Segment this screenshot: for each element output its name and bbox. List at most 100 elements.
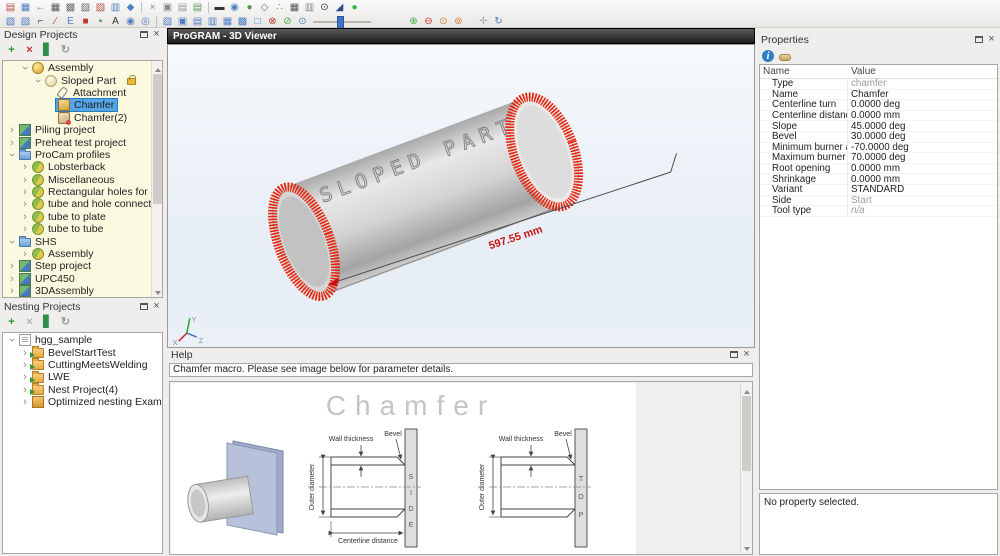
tree-item[interactable]: › tube to tube: [3, 223, 151, 236]
separator[interactable]: [156, 15, 157, 27]
tree-item[interactable]: › hgg_sample: [3, 334, 162, 347]
expander-icon[interactable]: ›: [20, 397, 30, 408]
tree-item[interactable]: › ProCam profiles: [3, 149, 151, 161]
close-panel-button[interactable]: ×: [150, 301, 163, 313]
paste-icon[interactable]: ▤: [176, 1, 189, 14]
expander-icon[interactable]: ›: [20, 359, 30, 370]
axis-z-icon[interactable]: ⊙: [296, 15, 309, 28]
tree-item[interactable]: › Optimized nesting Example: [3, 396, 162, 409]
expander-icon[interactable]: ›: [19, 63, 31, 73]
zoom-out-icon[interactable]: ⊖: [422, 15, 435, 28]
view-right-icon[interactable]: ▦: [221, 15, 234, 28]
expander-icon[interactable]: ›: [20, 162, 30, 173]
add-project-icon[interactable]: +: [5, 44, 18, 57]
tree-item[interactable]: › SHS: [3, 235, 151, 248]
machine-icon[interactable]: ▬: [213, 1, 226, 14]
tree-item[interactable]: › Assembly: [3, 248, 151, 261]
expander-icon[interactable]: ›: [7, 137, 17, 148]
zoom-window-icon[interactable]: ⊙: [437, 15, 450, 28]
view-back-icon[interactable]: ▩: [236, 15, 249, 28]
scroll-down-icon[interactable]: [152, 286, 162, 297]
help-scrollbar[interactable]: [740, 383, 752, 553]
separator[interactable]: [141, 1, 142, 13]
refresh-view-icon[interactable]: ↻: [492, 15, 505, 28]
tree-item[interactable]: Chamfer: [3, 98, 151, 113]
view-top-icon[interactable]: ▤: [191, 15, 204, 28]
3d-viewport[interactable]: SLOPED PART 597.55 mm Y X Z: [167, 44, 755, 348]
close-panel-button[interactable]: ×: [150, 29, 163, 41]
close-panel-button[interactable]: ×: [740, 349, 753, 361]
save-disk-icon[interactable]: ▦: [288, 1, 301, 14]
zoom-fit-icon[interactable]: ⊚: [452, 15, 465, 28]
expander-icon[interactable]: ›: [7, 261, 17, 272]
zoom-slider[interactable]: [311, 15, 379, 29]
tree-item[interactable]: › tube to plate: [3, 210, 151, 223]
tree-item[interactable]: › Assembly: [3, 62, 151, 75]
expander-icon[interactable]: ›: [20, 347, 30, 358]
network-icon[interactable]: ∴: [273, 1, 286, 14]
spacer[interactable]: [467, 15, 475, 28]
world-icon[interactable]: ◉: [124, 15, 137, 28]
visibility-icon[interactable]: ◉: [228, 1, 241, 14]
float-panel-button[interactable]: [727, 349, 740, 361]
tree-item[interactable]: › Preheat test project: [3, 136, 151, 149]
save-icon[interactable]: ▦: [49, 1, 62, 14]
delete-nesting-icon[interactable]: ×: [23, 316, 36, 329]
expander-icon[interactable]: ›: [6, 237, 18, 247]
tree-item[interactable]: Attachment: [3, 86, 151, 100]
tree-item[interactable]: › tube and hole connection: [3, 198, 162, 211]
categorized-icon[interactable]: [779, 53, 791, 61]
measure-icon[interactable]: ⁄: [49, 15, 62, 28]
refresh-icon[interactable]: ↻: [59, 44, 72, 57]
tree-item[interactable]: › Miscellaneous: [3, 173, 151, 186]
tree-item[interactable]: › LWE: [3, 370, 162, 383]
expander-icon[interactable]: ›: [20, 249, 30, 260]
material-icon[interactable]: ■: [79, 15, 92, 28]
copy-icon[interactable]: ▣: [161, 1, 174, 14]
delete-project-icon[interactable]: ×: [23, 44, 36, 57]
expander-icon[interactable]: ›: [7, 286, 17, 297]
scroll-thumb[interactable]: [153, 74, 162, 204]
expander-icon[interactable]: ›: [20, 372, 30, 383]
refresh-icon[interactable]: ↻: [59, 316, 72, 329]
wire-cube-2-icon[interactable]: ▨: [19, 15, 32, 28]
float-panel-button[interactable]: [137, 29, 150, 41]
expander-icon[interactable]: ›: [6, 150, 18, 160]
expander-icon[interactable]: ›: [20, 384, 30, 395]
tree-item[interactable]: › 3DAssembly: [3, 285, 151, 297]
save-as-icon[interactable]: ▨: [79, 1, 92, 14]
add-nesting-icon[interactable]: +: [5, 316, 18, 329]
axis-x-icon[interactable]: ⊗: [266, 15, 279, 28]
view-front-icon[interactable]: ▣: [176, 15, 189, 28]
scroll-up-icon[interactable]: [741, 383, 752, 394]
elevation-icon[interactable]: E: [64, 15, 77, 28]
expander-icon[interactable]: ›: [20, 224, 30, 235]
expander-icon[interactable]: ›: [7, 273, 17, 284]
view-iso-icon[interactable]: ▧: [161, 15, 174, 28]
paste-special-icon[interactable]: ▤: [191, 1, 204, 14]
world-2-icon[interactable]: ◎: [139, 15, 152, 28]
expander-icon[interactable]: ›: [7, 125, 17, 136]
float-panel-button[interactable]: [972, 34, 985, 46]
close-panel-button[interactable]: ×: [985, 34, 998, 46]
database-icon[interactable]: ▥: [303, 1, 316, 14]
property-row[interactable]: Tool type n/a: [760, 205, 997, 217]
pan-icon[interactable]: ✛: [477, 15, 490, 28]
settings-icon[interactable]: ⊙: [318, 1, 331, 14]
tree-scrollbar[interactable]: [151, 61, 162, 297]
zoom-in-icon[interactable]: ⊕: [407, 15, 420, 28]
polyline-icon[interactable]: ⌐: [34, 15, 47, 28]
tree-item[interactable]: › Lobsterback: [3, 161, 151, 174]
probe-icon[interactable]: ▪: [94, 15, 107, 28]
3d-viewport-canvas[interactable]: SLOPED PART 597.55 mm Y X Z: [168, 45, 754, 347]
expander-icon[interactable]: ›: [32, 76, 44, 86]
status-ok-icon[interactable]: ●: [348, 1, 361, 14]
expander-icon[interactable]: ›: [20, 211, 30, 222]
user-icon[interactable]: ●: [243, 1, 256, 14]
view-3d-icon[interactable]: ◆: [124, 1, 137, 14]
expander-icon[interactable]: ›: [6, 335, 18, 345]
separator[interactable]: [208, 1, 209, 13]
import-icon[interactable]: ▧: [94, 1, 107, 14]
scroll-up-icon[interactable]: [152, 61, 162, 72]
wire-cube-icon[interactable]: ▧: [4, 15, 17, 28]
